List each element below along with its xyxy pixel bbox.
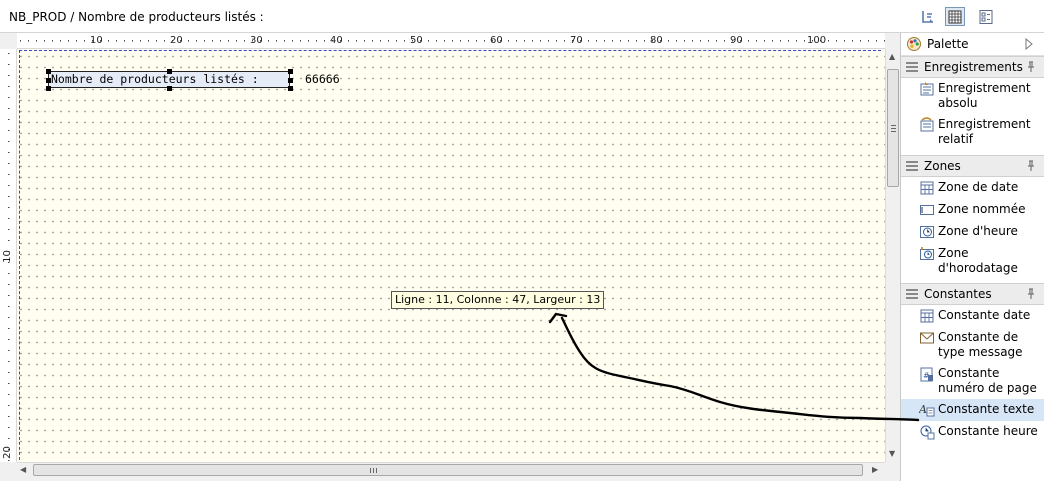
ruler-label: 10 [1,250,13,263]
horizontal-scrollbar[interactable]: ◀ ▶ [17,462,885,477]
resize-handle[interactable] [46,78,51,83]
ruler-label: 60 [490,35,503,46]
drawer-icon [906,289,918,299]
properties-icon [979,9,993,24]
drawer-icon [906,62,918,72]
record-relative-icon [920,117,934,132]
properties-toggle-button[interactable] [976,7,996,26]
constant-message-icon [920,332,934,344]
palette-item-enregistrement-relatif[interactable]: Enregistrement relatif [901,114,1044,150]
ruler-label: 40 [330,35,343,46]
ruler-label: 100 [807,35,827,46]
pin-icon[interactable] [1026,288,1036,303]
palette-item-label: Constante heure [938,424,1038,438]
palette-item-zone-nommee[interactable]: Zone nommée [901,199,1044,221]
resize-handle[interactable] [46,69,51,74]
palette-title: Palette [927,36,969,51]
record-absolute-icon [920,82,934,96]
palette-item-label: Zone nommée [938,202,1026,216]
drawer-constantes[interactable]: Constantes [901,283,1044,305]
palette-header[interactable]: Palette [901,33,1044,56]
numeric-field[interactable]: 66666 [305,72,340,87]
resize-handle[interactable] [288,86,293,91]
constant-page-number-icon: # [920,367,933,382]
editor-title: NB_PROD / Nombre de producteurs listés : [9,10,264,24]
resize-handle[interactable] [167,69,172,74]
scroll-right-icon[interactable]: ▶ [872,465,878,475]
palette-panel: Palette Enregistrements Enregistrement a… [900,33,1044,481]
palette-item-constante-numero-de-page[interactable]: # Constante numéro de page [901,363,1044,399]
ruler-label: 10 [90,35,103,46]
design-canvas[interactable]: Nombre de producteurs listés : 66666 Lig… [17,49,885,462]
palette-item-constante-texte[interactable]: A Constante texte [901,399,1044,421]
ruler-label: 90 [730,35,743,46]
resize-handle[interactable] [167,86,172,91]
report-editor: 10 20 30 40 50 60 70 80 90 100 10 20 Nom… [0,33,900,481]
vertical-scrollbar[interactable]: ▲ ▼ [885,49,900,462]
date-zone-icon [920,181,934,195]
svg-text:A: A [919,403,927,416]
time-zone-icon [920,226,934,238]
constant-text-icon: A [919,403,935,417]
grid-icon [948,10,962,23]
scroll-up-icon[interactable]: ▲ [889,52,895,62]
scroll-down-icon[interactable]: ▼ [889,449,895,459]
ruler-label: 20 [170,35,183,46]
palette-item-label: Constante de type message [938,330,1023,359]
palette-item-zone-de-date[interactable]: Zone de date [901,177,1044,199]
editor-title-bar: NB_PROD / Nombre de producteurs listés : [0,0,1044,33]
ruler-label: 50 [410,35,423,46]
timestamp-zone-icon [920,247,934,260]
position-tooltip: Ligne : 11, Colonne : 47, Largeur : 13 [391,291,605,309]
layout-icon [922,10,933,23]
vertical-ruler: 10 20 [0,49,17,462]
palette-item-label: Constante date [938,308,1031,322]
palette-item-constante-heure[interactable]: Constante heure [901,421,1044,443]
drawer-icon [906,161,918,171]
palette-item-label: Zone d'horodatage [938,246,1018,275]
drawer-enregistrements[interactable]: Enregistrements [901,56,1044,78]
drawer-label: Enregistrements [924,59,1023,74]
resize-handle[interactable] [288,78,293,83]
horizontal-scroll-thumb[interactable] [33,464,863,476]
resize-handle[interactable] [46,86,51,91]
layout-toggle-button[interactable] [918,7,938,26]
drawer-zones[interactable]: Zones [901,155,1044,177]
palette-item-zone-d-horodatage[interactable]: Zone d'horodatage [901,243,1044,279]
palette-item-label: Constante texte [938,402,1035,416]
palette-item-label: Zone d'heure [938,224,1018,238]
palette-item-enregistrement-absolu[interactable]: Enregistrement absolu [901,78,1044,114]
ruler-label: 30 [250,35,263,46]
named-zone-icon [920,205,934,215]
ruler-label: 70 [570,35,583,46]
palette-item-constante-date[interactable]: Constante date [901,305,1044,327]
palette-icon [907,37,921,51]
horizontal-ruler: 10 20 30 40 50 60 70 80 90 100 [17,33,885,49]
palette-item-label: Constante numéro de page [938,366,1037,395]
palette-item-constante-de-type-message[interactable]: Constante de type message [901,327,1044,363]
scroll-left-icon[interactable]: ◀ [20,465,26,475]
ruler-label: 80 [650,35,663,46]
constant-time-icon [920,425,935,440]
pin-icon[interactable] [1026,61,1036,76]
vertical-scroll-thumb[interactable] [887,69,899,187]
constant-date-icon [920,309,934,323]
collapse-arrow-icon[interactable] [1024,38,1034,50]
palette-item-label: Zone de date [938,180,1019,194]
ruler-label: 20 [1,446,13,459]
palette-item-label: Enregistrement absolu [938,81,1031,110]
resize-handle[interactable] [288,69,293,74]
page-margin-guide [19,50,881,462]
drawer-label: Constantes [924,286,992,301]
pin-icon[interactable] [1026,160,1036,175]
palette-item-zone-d-heure[interactable]: Zone d'heure [901,221,1044,243]
drawer-label: Zones [924,158,961,173]
grid-toggle-button[interactable] [945,7,965,26]
palette-item-label: Enregistrement relatif [938,117,1031,146]
